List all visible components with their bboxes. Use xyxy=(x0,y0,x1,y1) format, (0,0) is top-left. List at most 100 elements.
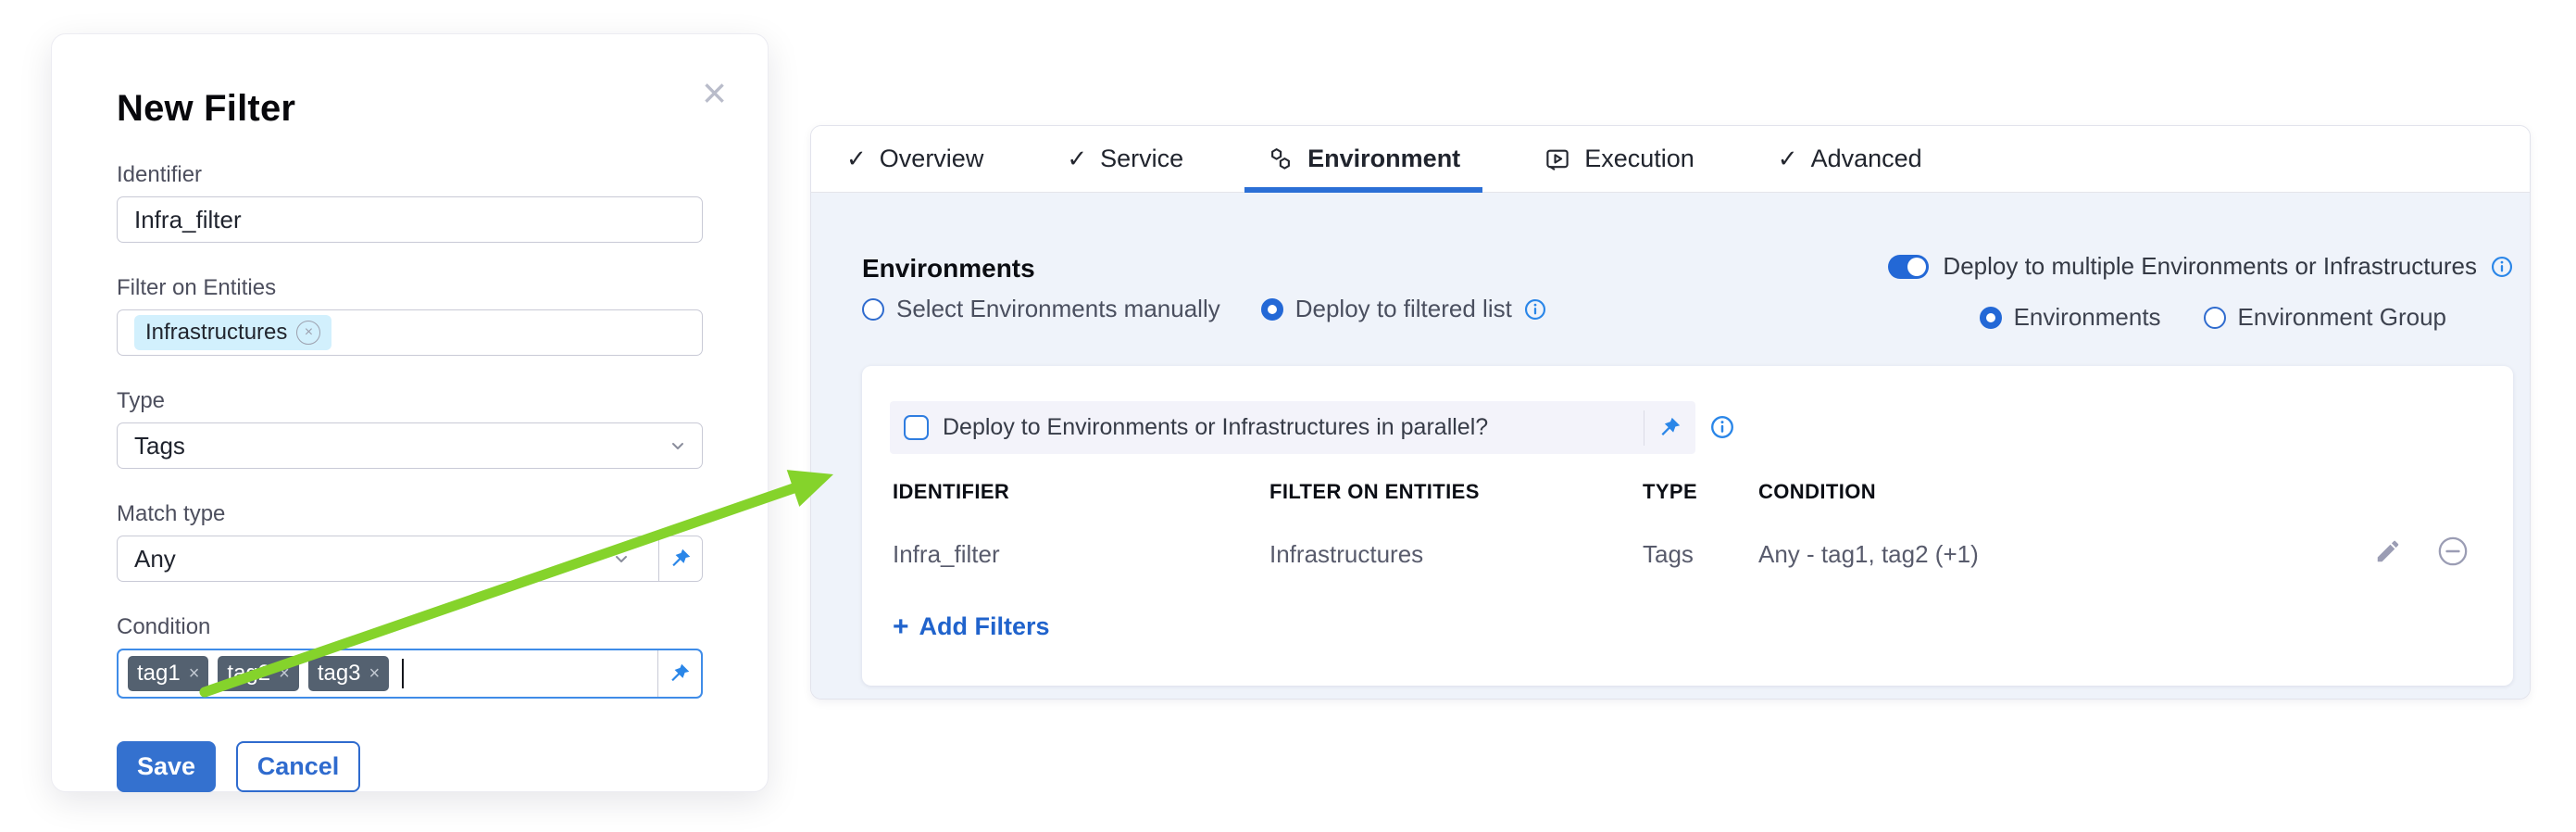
plus-icon: + xyxy=(893,613,909,641)
condition-tag: tag1 × xyxy=(128,656,208,692)
pin-icon xyxy=(669,547,693,571)
deploy-multiple-toggle-row: Deploy to multiple Environments or Infra… xyxy=(1888,252,2513,281)
cell-condition: Any - tag1, tag2 (+1) xyxy=(1758,540,2365,569)
pin-icon xyxy=(668,662,692,686)
cell-type: Tags xyxy=(1643,540,1758,569)
environments-heading: Environments xyxy=(862,254,1035,284)
condition-tag: tag3 × xyxy=(308,656,389,692)
pencil-icon xyxy=(2374,537,2402,565)
execution-icon xyxy=(1544,145,1571,173)
check-icon: ✓ xyxy=(1067,145,1087,173)
infrastructures-chip: Infrastructures × xyxy=(134,315,331,350)
add-filters-button[interactable]: + Add Filters xyxy=(893,612,1050,641)
condition-label: Condition xyxy=(117,614,703,640)
identifier-group: Identifier Infra_filter xyxy=(117,162,703,243)
condition-group: Condition tag1 × tag2 × tag3 × xyxy=(117,614,703,699)
tab-execution[interactable]: Execution xyxy=(1527,126,1711,193)
toggle-label: Deploy to multiple Environments or Infra… xyxy=(1943,252,2477,281)
radio-select-environments-manually[interactable]: Select Environments manually xyxy=(862,295,1220,323)
minus-circle-icon xyxy=(2437,536,2469,567)
cancel-button[interactable]: Cancel xyxy=(236,741,360,792)
infrastructures-chip-label: Infrastructures xyxy=(145,320,287,346)
condition-input[interactable]: tag1 × tag2 × tag3 × xyxy=(117,649,703,699)
save-button[interactable]: Save xyxy=(117,741,216,792)
radio-unselected-icon[interactable] xyxy=(862,298,884,321)
info-icon[interactable] xyxy=(1710,415,1734,439)
radio-label: Deploy to filtered list xyxy=(1295,295,1512,323)
close-icon[interactable]: × xyxy=(702,71,727,114)
match-type-value: Any xyxy=(134,545,176,574)
tab-service[interactable]: ✓ Service xyxy=(1050,126,1200,193)
info-icon[interactable] xyxy=(1524,298,1546,321)
tag-remove-icon[interactable]: × xyxy=(279,664,290,683)
filter-on-entities-group: Filter on Entities Infrastructures × xyxy=(117,275,703,356)
radio-unselected-icon[interactable] xyxy=(2204,307,2226,329)
tag-label: tag2 xyxy=(227,661,270,687)
radio-environment-group[interactable]: Environment Group xyxy=(2204,303,2446,332)
new-filter-modal: × New Filter Identifier Infra_filter Fil… xyxy=(51,33,769,792)
tab-label: Overview xyxy=(880,145,984,173)
tab-advanced[interactable]: ✓ Advanced xyxy=(1761,126,1939,193)
pin-icon xyxy=(1657,415,1682,440)
tab-label: Environment xyxy=(1307,145,1460,173)
cell-filter-on-entities: Infrastructures xyxy=(1269,540,1643,569)
match-type-pin-button[interactable] xyxy=(658,536,702,581)
column-header: IDENTIFIER xyxy=(893,480,1269,504)
parallel-option-bar: Deploy to Environments or Infrastructure… xyxy=(890,401,1695,454)
tab-label: Execution xyxy=(1584,145,1694,173)
info-icon[interactable] xyxy=(2491,256,2513,278)
match-type-label: Match type xyxy=(117,501,703,527)
type-group: Type Tags xyxy=(117,388,703,469)
parallel-label: Deploy to Environments or Infrastructure… xyxy=(943,414,1488,441)
filters-card: Deploy to Environments or Infrastructure… xyxy=(862,366,2513,686)
chevron-down-icon xyxy=(667,435,689,457)
filter-on-entities-label: Filter on Entities xyxy=(117,275,703,301)
tag-remove-icon[interactable]: × xyxy=(189,664,200,683)
tag-label: tag1 xyxy=(137,661,181,687)
chevron-down-icon xyxy=(610,548,632,570)
tab-overview[interactable]: ✓ Overview xyxy=(830,126,1000,193)
radio-selected-icon[interactable] xyxy=(1980,307,2002,329)
toggle-on[interactable] xyxy=(1888,255,1929,279)
identifier-input[interactable]: Infra_filter xyxy=(117,196,703,243)
radio-label: Environment Group xyxy=(2238,303,2446,332)
identifier-label: Identifier xyxy=(117,162,703,188)
radio-environments[interactable]: Environments xyxy=(1980,303,2161,332)
table-row: Infra_filter Infrastructures Tags Any - … xyxy=(893,540,2365,569)
column-header: TYPE xyxy=(1643,480,1758,504)
modal-title: New Filter xyxy=(117,88,703,130)
parallel-checkbox[interactable] xyxy=(904,415,929,440)
radio-selected-icon[interactable] xyxy=(1261,298,1283,321)
parallel-pin-button[interactable] xyxy=(1657,415,1682,440)
column-header: FILTER ON ENTITIES xyxy=(1269,480,1643,504)
environment-icon xyxy=(1267,145,1294,173)
radio-label: Select Environments manually xyxy=(896,295,1220,323)
environment-tab-content: Environments Select Environments manuall… xyxy=(811,193,2530,699)
cell-identifier: Infra_filter xyxy=(893,540,1269,569)
tag-label: tag3 xyxy=(318,661,361,687)
radio-deploy-to-filtered-list[interactable]: Deploy to filtered list xyxy=(1261,295,1546,323)
radio-label: Environments xyxy=(2014,303,2161,332)
type-value: Tags xyxy=(134,432,185,460)
condition-pin-button[interactable] xyxy=(657,650,701,697)
tab-label: Advanced xyxy=(1811,145,1922,173)
chip-remove-icon[interactable]: × xyxy=(296,321,320,345)
tab-environment[interactable]: Environment xyxy=(1250,126,1477,193)
check-icon: ✓ xyxy=(1778,145,1798,173)
remove-filter-button[interactable] xyxy=(2437,536,2469,567)
tab-label: Service xyxy=(1100,145,1183,173)
match-type-group: Match type Any xyxy=(117,501,703,582)
identifier-value: Infra_filter xyxy=(134,206,242,234)
text-cursor xyxy=(402,659,404,688)
filter-on-entities-input[interactable]: Infrastructures × xyxy=(117,309,703,356)
tag-remove-icon[interactable]: × xyxy=(369,664,381,683)
condition-tag: tag2 × xyxy=(218,656,298,692)
edit-filter-button[interactable] xyxy=(2374,537,2402,565)
stage-tabbar: ✓ Overview ✓ Service Environment xyxy=(811,126,2530,193)
match-type-select[interactable]: Any xyxy=(117,536,703,582)
type-label: Type xyxy=(117,388,703,414)
toggle-knob xyxy=(1907,258,1926,276)
type-select[interactable]: Tags xyxy=(117,422,703,469)
stage-config-panel: ✓ Overview ✓ Service Environment xyxy=(810,125,2531,700)
filters-table-header: IDENTIFIER FILTER ON ENTITIES TYPE CONDI… xyxy=(893,480,2365,504)
